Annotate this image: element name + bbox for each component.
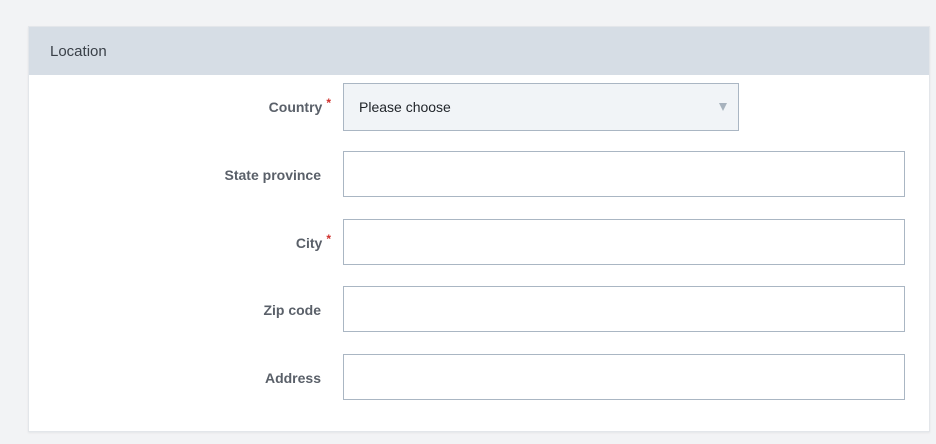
address-label: Address	[264, 370, 321, 386]
country-label: Country	[268, 99, 323, 115]
city-input[interactable]	[343, 219, 905, 265]
chevron-down-icon	[719, 103, 727, 111]
state-province-row: State province	[29, 151, 929, 199]
section-title: Location	[50, 42, 107, 60]
zip-code-label: Zip code	[263, 302, 321, 318]
address-row: Address	[29, 354, 929, 402]
address-label-wrap: Address	[265, 354, 321, 402]
section-header: Location	[29, 27, 929, 75]
country-select[interactable]: Please choose	[343, 83, 739, 131]
state-province-input[interactable]	[343, 151, 905, 197]
city-required-mark: *	[326, 232, 331, 246]
city-label: City	[295, 235, 323, 251]
zip-code-row: Zip code	[29, 286, 929, 334]
zip-code-label-wrap: Zip code	[263, 286, 321, 334]
country-required-mark: *	[326, 96, 331, 110]
country-row: Country * Please choose	[29, 83, 929, 131]
country-label-wrap: Country *	[269, 83, 331, 131]
country-select-value: Please choose	[359, 99, 451, 115]
address-input[interactable]	[343, 354, 905, 400]
zip-code-input[interactable]	[343, 286, 905, 332]
state-province-label: State province	[224, 167, 321, 183]
city-row: City *	[29, 219, 929, 267]
state-province-label-wrap: State province	[225, 151, 321, 199]
location-card: Location Country * Please choose State p…	[28, 26, 930, 432]
city-label-wrap: City *	[296, 219, 331, 267]
